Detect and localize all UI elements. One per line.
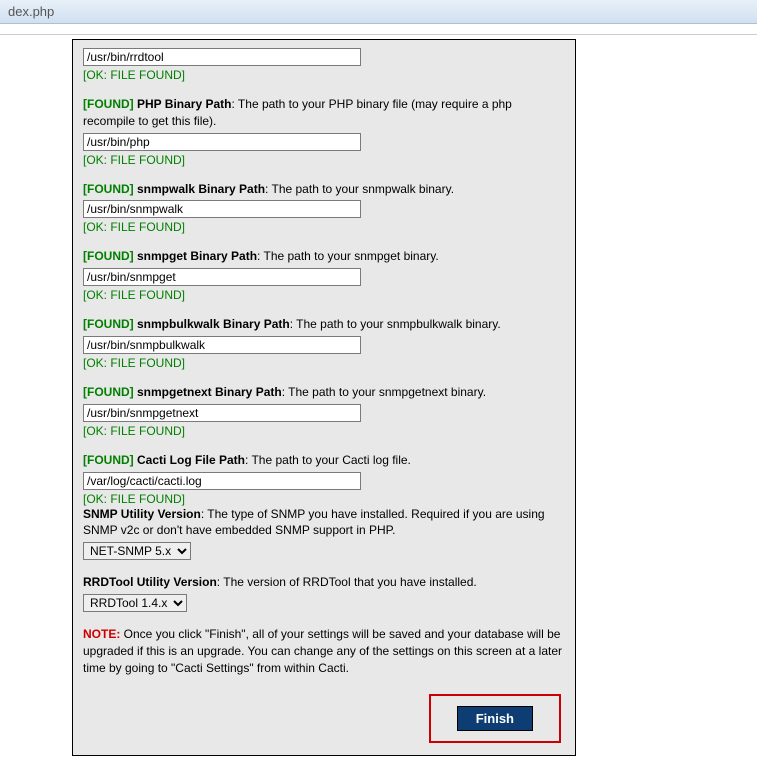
field-desc: : The path to your snmpwalk binary.: [265, 182, 454, 196]
path-input[interactable]: [83, 472, 361, 490]
field-header: [FOUND] Cacti Log File Path: The path to…: [83, 452, 565, 469]
path-field-group: [FOUND] snmpwalk Binary Path: The path t…: [83, 181, 565, 235]
path-field-group: [FOUND] snmpbulkwalk Binary Path: The pa…: [83, 316, 565, 370]
field-label: Cacti Log File Path: [137, 453, 245, 467]
field-label: snmpgetnext Binary Path: [137, 385, 282, 399]
rrd-version-label: RRDTool Utility Version: [83, 575, 217, 589]
path-field-group: [FOUND] PHP Binary Path: The path to you…: [83, 96, 565, 167]
path-input[interactable]: [83, 336, 361, 354]
rrd-version-group: RRDTool Utility Version: The version of …: [83, 574, 565, 612]
ok-status: [OK: FILE FOUND]: [83, 288, 565, 302]
field-header: [FOUND] snmpbulkwalk Binary Path: The pa…: [83, 316, 565, 333]
finish-highlight-box: Finish: [429, 694, 561, 743]
field-header: [FOUND] snmpwalk Binary Path: The path t…: [83, 181, 565, 198]
window-title-fragment: dex.php: [8, 4, 54, 19]
found-tag: [FOUND]: [83, 97, 134, 111]
button-row: Finish: [83, 694, 565, 743]
path-input[interactable]: [83, 48, 361, 66]
field-label: snmpget Binary Path: [137, 249, 257, 263]
path-input[interactable]: [83, 404, 361, 422]
path-field-group: [FOUND] snmpget Binary Path: The path to…: [83, 248, 565, 302]
ok-status: [OK: FILE FOUND]: [83, 424, 565, 438]
path-field-group: [OK: FILE FOUND]: [83, 48, 565, 82]
field-label: snmpwalk Binary Path: [137, 182, 265, 196]
rrd-version-select[interactable]: RRDTool 1.4.x: [83, 594, 187, 612]
snmp-version-select[interactable]: NET-SNMP 5.x: [83, 542, 191, 560]
rrd-version-desc: : The version of RRDTool that you have i…: [217, 575, 477, 589]
path-input[interactable]: [83, 268, 361, 286]
divider-line: [0, 34, 757, 35]
note-tag: NOTE:: [83, 627, 120, 641]
finish-button[interactable]: Finish: [457, 706, 533, 731]
field-label: PHP Binary Path: [137, 97, 231, 111]
window-title-bar: dex.php: [0, 0, 757, 24]
note-text: Once you click "Finish", all of your set…: [83, 627, 562, 675]
path-input[interactable]: [83, 133, 361, 151]
found-tag: [FOUND]: [83, 453, 134, 467]
path-input[interactable]: [83, 200, 361, 218]
field-header: [FOUND] PHP Binary Path: The path to you…: [83, 96, 565, 130]
field-label: snmpbulkwalk Binary Path: [137, 317, 290, 331]
path-field-group: [FOUND] Cacti Log File Path: The path to…: [83, 452, 565, 506]
ok-status: [OK: FILE FOUND]: [83, 492, 565, 506]
ok-status: [OK: FILE FOUND]: [83, 153, 565, 167]
ok-status: [OK: FILE FOUND]: [83, 220, 565, 234]
ok-status: [OK: FILE FOUND]: [83, 356, 565, 370]
field-desc: : The path to your snmpget binary.: [257, 249, 439, 263]
field-desc: : The path to your snmpbulkwalk binary.: [290, 317, 501, 331]
found-tag: [FOUND]: [83, 385, 134, 399]
field-desc: : The path to your Cacti log file.: [245, 453, 411, 467]
field-desc: : The path to your snmpgetnext binary.: [282, 385, 486, 399]
snmp-version-label: SNMP Utility Version: [83, 507, 201, 521]
install-form-box: [OK: FILE FOUND] [FOUND] PHP Binary Path:…: [72, 39, 576, 756]
found-tag: [FOUND]: [83, 249, 134, 263]
field-header: [FOUND] snmpget Binary Path: The path to…: [83, 248, 565, 265]
path-field-group: [FOUND] snmpgetnext Binary Path: The pat…: [83, 384, 565, 438]
field-header: [FOUND] snmpgetnext Binary Path: The pat…: [83, 384, 565, 401]
found-tag: [FOUND]: [83, 317, 134, 331]
found-tag: [FOUND]: [83, 182, 134, 196]
note-block: NOTE: Once you click "Finish", all of yo…: [83, 626, 565, 676]
snmp-version-group: SNMP Utility Version: The type of SNMP y…: [83, 506, 565, 561]
ok-status: [OK: FILE FOUND]: [83, 68, 565, 82]
